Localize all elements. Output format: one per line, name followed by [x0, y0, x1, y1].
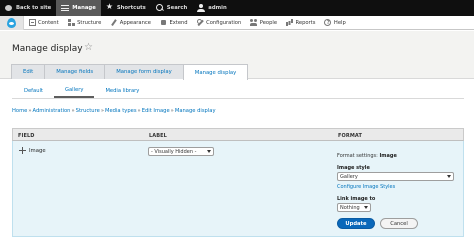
tab-manage-form-display[interactable]: Manage form display: [104, 64, 184, 79]
content-icon: [28, 19, 36, 26]
breadcrumb-link[interactable]: Media types: [105, 108, 137, 114]
configure-image-styles-link[interactable]: Configure Image Styles: [337, 184, 395, 190]
menu-item-appearance[interactable]: Appearance: [106, 16, 156, 30]
menu-item-label: People: [259, 19, 278, 26]
chevron-down-icon: [364, 206, 368, 210]
star-icon: [106, 2, 114, 12]
format-settings-prefix: Format settings:: [337, 153, 378, 159]
menu-item-label: Extend: [169, 19, 188, 26]
menu-item-content[interactable]: Content: [24, 16, 63, 30]
subtab-gallery[interactable]: Gallery: [53, 84, 95, 98]
link-image-to-select[interactable]: Nothing: [337, 203, 371, 212]
menu-item-extend[interactable]: Extend: [155, 16, 192, 30]
user-tab[interactable]: admin: [192, 0, 231, 16]
image-style-label: Image style: [337, 165, 370, 171]
breadcrumb-link[interactable]: Home: [12, 108, 27, 114]
divider: [12, 98, 464, 99]
admin-toolbar: Back to site Manage Shortcuts Search adm…: [0, 0, 474, 16]
search-icon: [155, 4, 164, 12]
menu-item-structure[interactable]: Structure: [63, 16, 106, 30]
secondary-tabs: Default Gallery Media library: [12, 84, 150, 98]
wrench-icon: [196, 19, 204, 26]
search-tab[interactable]: Search: [151, 0, 193, 16]
structure-icon: [67, 19, 75, 26]
menu-item-configuration[interactable]: Configuration: [192, 16, 246, 30]
user-label: admin: [208, 5, 227, 11]
link-image-to-label: Link image to: [337, 196, 376, 202]
breadcrumb-link[interactable]: Edit Image: [142, 108, 170, 114]
drupal-logo[interactable]: [0, 15, 24, 30]
shortcuts-tab[interactable]: Shortcuts: [101, 0, 151, 16]
column-header-field: FIELD: [18, 132, 35, 139]
breadcrumb-link[interactable]: Administration: [33, 108, 71, 114]
image-style-value: Gallery: [340, 173, 358, 180]
back-to-site-label: Back to site: [16, 5, 52, 11]
chevron-down-icon: [447, 175, 451, 179]
format-settings-summary: Format settings: Image: [337, 153, 397, 159]
tab-manage-display[interactable]: Manage display: [182, 64, 249, 80]
tab-edit[interactable]: Edit: [11, 64, 46, 79]
admin-menu-tray: Content Structure Appearance Extend Conf…: [0, 15, 474, 30]
people-icon: [250, 19, 258, 26]
drag-handle-icon[interactable]: [19, 147, 26, 154]
back-to-site-link[interactable]: Back to site: [0, 0, 56, 16]
image-style-select[interactable]: Gallery: [337, 172, 454, 181]
primary-tabs: Edit Manage fields Manage form display M…: [11, 64, 249, 80]
menu-item-label: Appearance: [119, 19, 151, 26]
label-display-select[interactable]: - Visually Hidden -: [148, 147, 214, 156]
page-header: Manage display ☆ Edit Manage fields Mana…: [0, 31, 474, 80]
breadcrumb-link[interactable]: Manage display: [175, 108, 216, 114]
subtab-default[interactable]: Default: [12, 84, 54, 98]
menu-item-label: Content: [38, 19, 59, 26]
tab-manage-fields[interactable]: Manage fields: [44, 64, 106, 79]
menu-item-people[interactable]: People: [246, 16, 282, 30]
menu-item-label: Structure: [77, 19, 102, 26]
search-label: Search: [166, 5, 188, 11]
manage-label: Manage: [72, 5, 96, 11]
breadcrumb: Home»Administration»Structure»Media type…: [12, 108, 216, 114]
column-header-format: FORMAT: [338, 132, 362, 139]
menu-icon: [61, 5, 70, 11]
drupal-drop-icon: [7, 17, 16, 28]
column-header-label: LABEL: [149, 132, 167, 139]
subtab-media-library[interactable]: Media library: [94, 84, 150, 98]
add-shortcut-star-icon[interactable]: ☆: [84, 42, 93, 53]
format-settings-value: Image: [379, 153, 397, 159]
breadcrumb-link[interactable]: Structure: [76, 108, 100, 114]
chevron-down-icon: [207, 150, 211, 154]
brush-icon: [110, 19, 117, 26]
cancel-button[interactable]: Cancel: [380, 218, 418, 229]
page-title: Manage display: [12, 44, 83, 54]
puzzle-icon: [160, 19, 167, 26]
menu-item-reports[interactable]: Reports: [282, 16, 320, 30]
field-name: Image: [29, 148, 46, 154]
update-button[interactable]: Update: [337, 218, 375, 229]
user-icon: [197, 4, 206, 12]
help-icon: [324, 19, 332, 26]
label-display-value: - Visually Hidden -: [151, 148, 197, 155]
back-arrow-icon: [5, 4, 13, 12]
bar-chart-icon: [286, 19, 293, 26]
menu-item-label: Help: [333, 19, 346, 26]
table-header: FIELD LABEL FORMAT: [12, 128, 464, 141]
manage-tab[interactable]: Manage: [56, 0, 101, 16]
menu-item-help[interactable]: Help: [320, 16, 350, 30]
link-image-to-value: Nothing: [340, 204, 360, 211]
menu-item-label: Configuration: [206, 19, 242, 26]
shortcuts-label: Shortcuts: [116, 5, 146, 11]
menu-item-label: Reports: [295, 19, 316, 26]
